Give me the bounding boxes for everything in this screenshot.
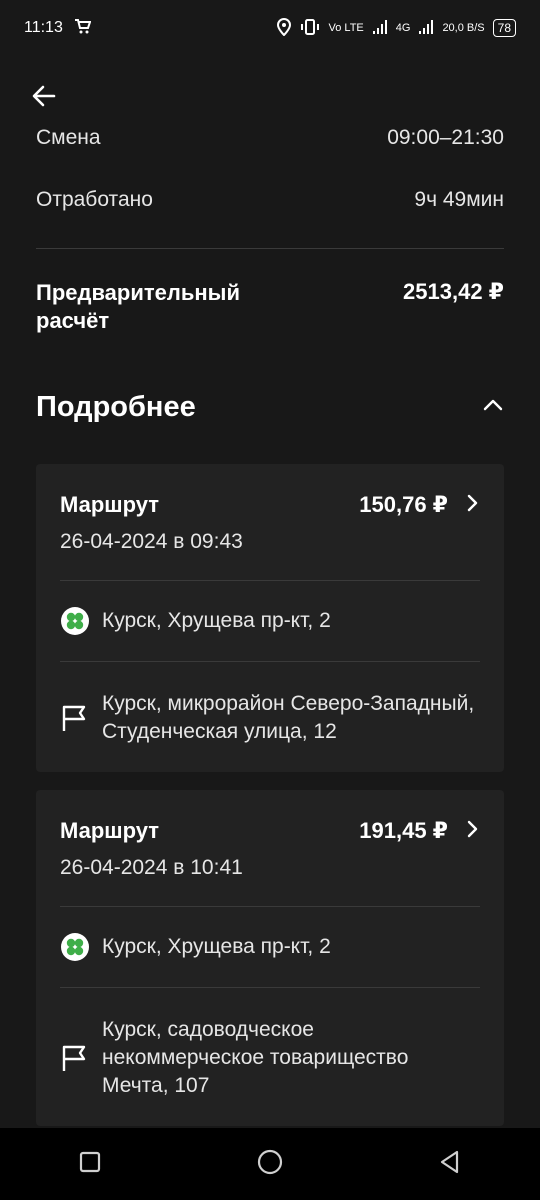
details-toggle[interactable]: Подробнее xyxy=(0,391,540,424)
preliminary-label: Предварительный расчёт xyxy=(36,280,240,333)
route-origin: Курск, Хрущева пр-кт, 2 xyxy=(60,907,480,987)
route-title: Маршрут xyxy=(60,492,160,517)
route-destination: Курск, садоводческое некоммерческое това… xyxy=(60,988,480,1126)
chevron-right-icon[interactable] xyxy=(464,493,480,518)
back-nav-button[interactable] xyxy=(420,1134,480,1194)
preliminary-value: 2513,42 ₽ xyxy=(403,279,504,304)
route-origin: Курск, Хрущева пр-кт, 2 xyxy=(60,581,480,661)
route-card[interactable]: Маршрут 191,45 ₽ 26-04-2024 в 10:41 Курс… xyxy=(36,790,504,1126)
home-button[interactable] xyxy=(240,1134,300,1194)
route-title: Маршрут xyxy=(60,818,160,843)
arrow-left-icon xyxy=(30,82,58,115)
origin-address: Курск, Хрущева пр-кт, 2 xyxy=(102,935,331,958)
route-price: 150,76 ₽ xyxy=(359,492,448,517)
square-icon xyxy=(78,1150,102,1179)
route-header: Маршрут 191,45 ₽ xyxy=(60,790,480,844)
shift-label: Смена xyxy=(36,126,101,149)
preliminary-row: Предварительный расчёт 2513,42 ₽ xyxy=(0,279,540,335)
worked-value: 9ч 49мин xyxy=(414,188,504,211)
system-nav-bar xyxy=(0,1128,540,1200)
location-icon xyxy=(276,17,292,39)
route-date: 26-04-2024 в 10:41 xyxy=(60,856,243,879)
flag-icon xyxy=(60,703,90,733)
origin-address: Курск, Хрущева пр-кт, 2 xyxy=(102,609,331,632)
data-speed: 20,0 B/S xyxy=(442,22,485,34)
status-bar: 11:13 Vo LTE 4G 20,0 B/S 78 xyxy=(0,0,540,56)
triangle-back-icon xyxy=(437,1149,463,1180)
details-title: Подробнее xyxy=(36,391,196,423)
route-header: Маршрут 150,76 ₽ xyxy=(60,464,480,518)
back-button[interactable] xyxy=(24,78,64,118)
destination-address: Курск, микрорайон Северо-Западный, Студе… xyxy=(102,692,475,743)
worked-row: Отработано 9ч 49мин xyxy=(0,188,540,212)
scroll-content[interactable]: Смена 09:00–21:30 Отработано 9ч 49мин Пр… xyxy=(0,126,540,1128)
shopping-cart-icon xyxy=(73,17,92,40)
chevron-right-icon[interactable] xyxy=(464,819,480,844)
route-card[interactable]: Маршрут 150,76 ₽ 26-04-2024 в 09:43 Курс… xyxy=(36,464,504,772)
battery-indicator: 78 xyxy=(492,19,516,37)
route-price: 191,45 ₽ xyxy=(359,818,448,843)
route-date: 26-04-2024 в 09:43 xyxy=(60,530,243,553)
signal-icon-2 xyxy=(418,19,434,38)
recents-button[interactable] xyxy=(60,1134,120,1194)
signal-icon xyxy=(372,19,388,38)
worked-label: Отработано xyxy=(36,188,153,211)
circle-icon xyxy=(256,1148,284,1181)
store-logo-icon xyxy=(60,606,90,636)
store-logo-icon xyxy=(60,932,90,962)
chevron-up-icon xyxy=(482,394,504,421)
route-destination: Курск, микрорайон Северо-Западный, Студе… xyxy=(60,662,480,772)
signal-label: 4G xyxy=(395,22,411,34)
flag-icon xyxy=(60,1043,90,1073)
network-label: Vo LTE xyxy=(328,22,364,34)
destination-address: Курск, садоводческое некоммерческое това… xyxy=(102,1018,409,1097)
shift-row: Смена 09:00–21:30 xyxy=(0,126,540,152)
app-bar xyxy=(0,66,540,126)
divider xyxy=(36,248,504,249)
status-time: 11:13 xyxy=(24,19,63,36)
shift-value: 09:00–21:30 xyxy=(387,126,504,149)
vibrate-icon xyxy=(300,18,320,39)
